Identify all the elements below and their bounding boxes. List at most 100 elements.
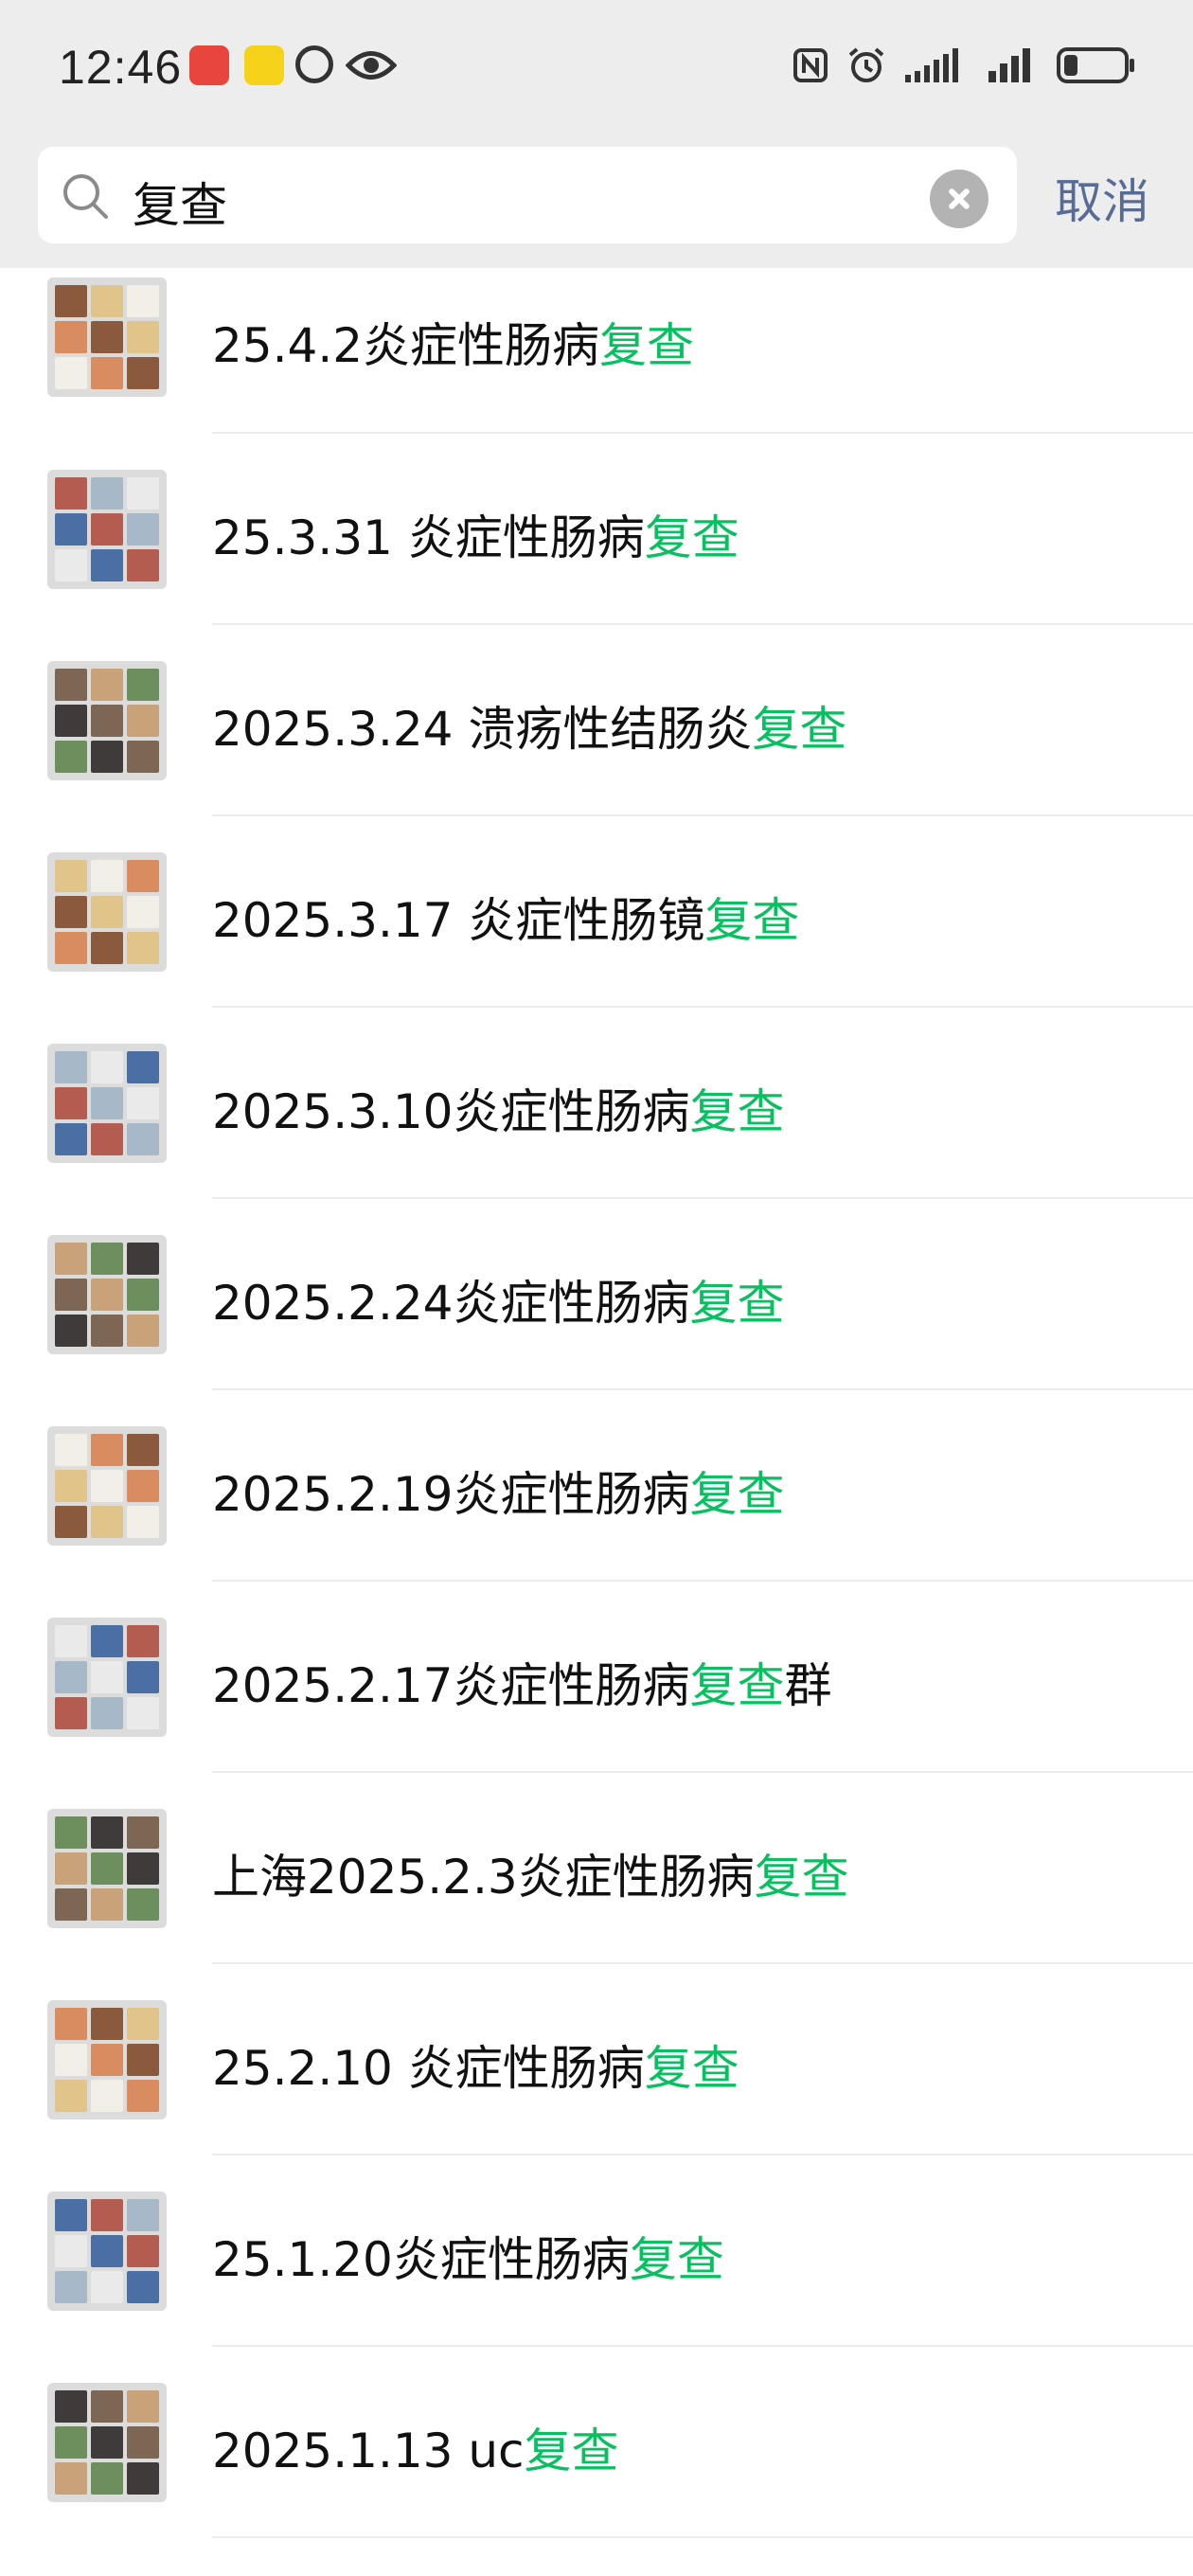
avatar-tile (91, 1434, 123, 1466)
search-query[interactable]: 复查 (133, 168, 227, 236)
search-result-row[interactable]: 2025.3.24 溃疡性结肠炎复查 (0, 625, 1193, 816)
search-input[interactable]: 复查 (38, 147, 1017, 243)
avatar-tile (91, 2008, 123, 2040)
avatar-tile (55, 1470, 87, 1502)
search-result-row[interactable]: 上海2025.2.3炎症性肠病复查 (0, 1773, 1193, 1964)
avatar-tile (91, 1697, 123, 1729)
avatar-tile (55, 1243, 87, 1275)
avatar-tile (55, 1661, 87, 1693)
avatar-tile (127, 932, 159, 964)
avatar-tile (127, 1506, 159, 1538)
avatar-tile (127, 1697, 159, 1729)
avatar-tile (91, 2462, 123, 2495)
result-title-match: 复查 (704, 893, 800, 948)
avatar-tile (127, 513, 159, 546)
avatar-tile (55, 2044, 87, 2076)
avatar-tile (91, 1279, 123, 1311)
avatar-tile (91, 477, 123, 510)
avatar-tile (127, 357, 159, 389)
search-results-list: 25.4.2炎症性肠病复查 25.3.31 炎症性肠病复查 2025.3.24 溃疡… (0, 268, 1193, 2538)
result-title-match: 复查 (644, 510, 739, 565)
avatar-tile (127, 1123, 159, 1155)
clear-icon[interactable] (930, 170, 988, 228)
avatar-tile (55, 896, 87, 928)
avatar-tile (127, 2080, 159, 2112)
avatar-tile (91, 1051, 123, 1083)
avatar-tile (91, 860, 123, 892)
result-title-prefix: 2025.2.17炎症性肠病 (212, 1658, 690, 1713)
result-title-match: 复查 (524, 2424, 619, 2478)
result-title-prefix: 上海2025.2.3炎症性肠病 (212, 1850, 755, 1905)
cancel-button[interactable]: 取消 (1055, 164, 1149, 232)
avatar-tile (55, 1434, 87, 1466)
search-result-row[interactable]: 2025.2.19炎症性肠病复查 (0, 1390, 1193, 1582)
result-title: 25.1.20炎症性肠病复查 (212, 2222, 724, 2290)
search-result-row[interactable]: 2025.3.10炎症性肠病复查 (0, 1008, 1193, 1199)
result-title: 25.4.2炎症性肠病复查 (212, 308, 694, 376)
avatar-tile (91, 2271, 123, 2303)
group-avatar (47, 1809, 167, 1928)
avatar-tile (127, 896, 159, 928)
group-avatar (47, 852, 167, 972)
avatar-tile (127, 2044, 159, 2076)
row-divider (212, 2536, 1193, 2538)
search-result-row[interactable]: 2025.1.13 uc复查 (0, 2347, 1193, 2538)
avatar-tile (91, 932, 123, 964)
avatar-tile (91, 2044, 123, 2076)
status-icons (792, 45, 1136, 85)
avatar-tile (55, 285, 87, 317)
search-result-row[interactable]: 25.1.20炎症性肠病复查 (0, 2156, 1193, 2347)
result-title-prefix: 2025.2.19炎症性肠病 (212, 1467, 690, 1522)
avatar-tile (55, 1051, 87, 1083)
avatar-tile (91, 321, 123, 353)
group-avatar (47, 1618, 167, 1737)
avatar-tile (55, 2426, 87, 2459)
avatar-tile (55, 549, 87, 581)
avatar-tile (91, 1625, 123, 1657)
status-bar: 12:46 (0, 0, 1193, 137)
nfc-icon (793, 48, 828, 82)
avatar-tile (55, 2008, 87, 2040)
avatar-tile (127, 1051, 159, 1083)
avatar-tile (127, 1625, 159, 1657)
avatar-tile (127, 2390, 159, 2423)
result-title-match: 复查 (689, 1084, 785, 1139)
avatar-tile (55, 1506, 87, 1538)
search-icon (63, 174, 108, 219)
result-title: 25.3.31 炎症性肠病复查 (212, 500, 739, 568)
avatar-tile (91, 1852, 123, 1885)
search-result-row[interactable]: 2025.2.24炎症性肠病复查 (0, 1199, 1193, 1390)
search-result-row[interactable]: 25.4.2炎症性肠病复查 (0, 268, 1193, 434)
result-title: 2025.3.10炎症性肠病复查 (212, 1074, 784, 1142)
avatar-tile (127, 477, 159, 510)
avatar-tile (55, 2235, 87, 2267)
avatar-tile (127, 1852, 159, 1885)
avatar-tile (91, 1506, 123, 1538)
avatar-tile (127, 285, 159, 317)
result-title-match: 复查 (754, 1850, 849, 1905)
avatar-tile (127, 669, 159, 701)
avatar-tile (127, 860, 159, 892)
avatar-tile (55, 1315, 87, 1347)
search-result-row[interactable]: 25.2.10 炎症性肠病复查 (0, 1964, 1193, 2156)
alarm-icon (848, 47, 884, 82)
avatar-tile (91, 1123, 123, 1155)
app-notification-icon (244, 45, 284, 85)
avatar-tile (127, 549, 159, 581)
group-avatar (47, 1044, 167, 1163)
search-result-row[interactable]: 2025.3.17 炎症性肠镜复查 (0, 816, 1193, 1008)
group-avatar (47, 2383, 167, 2502)
avatar-tile (55, 1123, 87, 1155)
search-result-row[interactable]: 25.3.31 炎症性肠病复查 (0, 434, 1193, 625)
avatar-tile (127, 2271, 159, 2303)
avatar-tile (127, 321, 159, 353)
avatar-tile (91, 357, 123, 389)
avatar-tile (55, 669, 87, 701)
avatar-tile (127, 1434, 159, 1466)
avatar-tile (55, 1279, 87, 1311)
result-title-prefix: 2025.3.10炎症性肠病 (212, 1084, 690, 1139)
avatar-tile (91, 1816, 123, 1849)
group-avatar (47, 277, 167, 397)
search-result-row[interactable]: 2025.2.17炎症性肠病复查群 (0, 1582, 1193, 1773)
battery-icon (1057, 47, 1134, 83)
